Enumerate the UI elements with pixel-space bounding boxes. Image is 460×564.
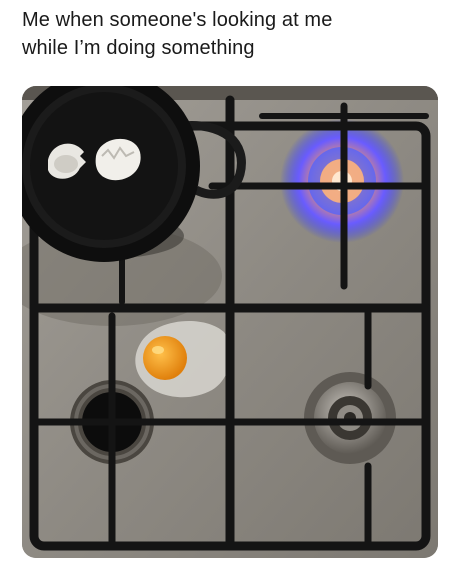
caption-line-1: Me when someone's looking at me [22, 9, 333, 31]
meme-caption: Me when someone's looking at me while I’… [22, 6, 442, 62]
caption-line-2: while I’m doing something [22, 37, 255, 59]
burner-right-icon [304, 372, 396, 464]
stove-scene [22, 86, 438, 558]
meme-photo [22, 86, 438, 558]
